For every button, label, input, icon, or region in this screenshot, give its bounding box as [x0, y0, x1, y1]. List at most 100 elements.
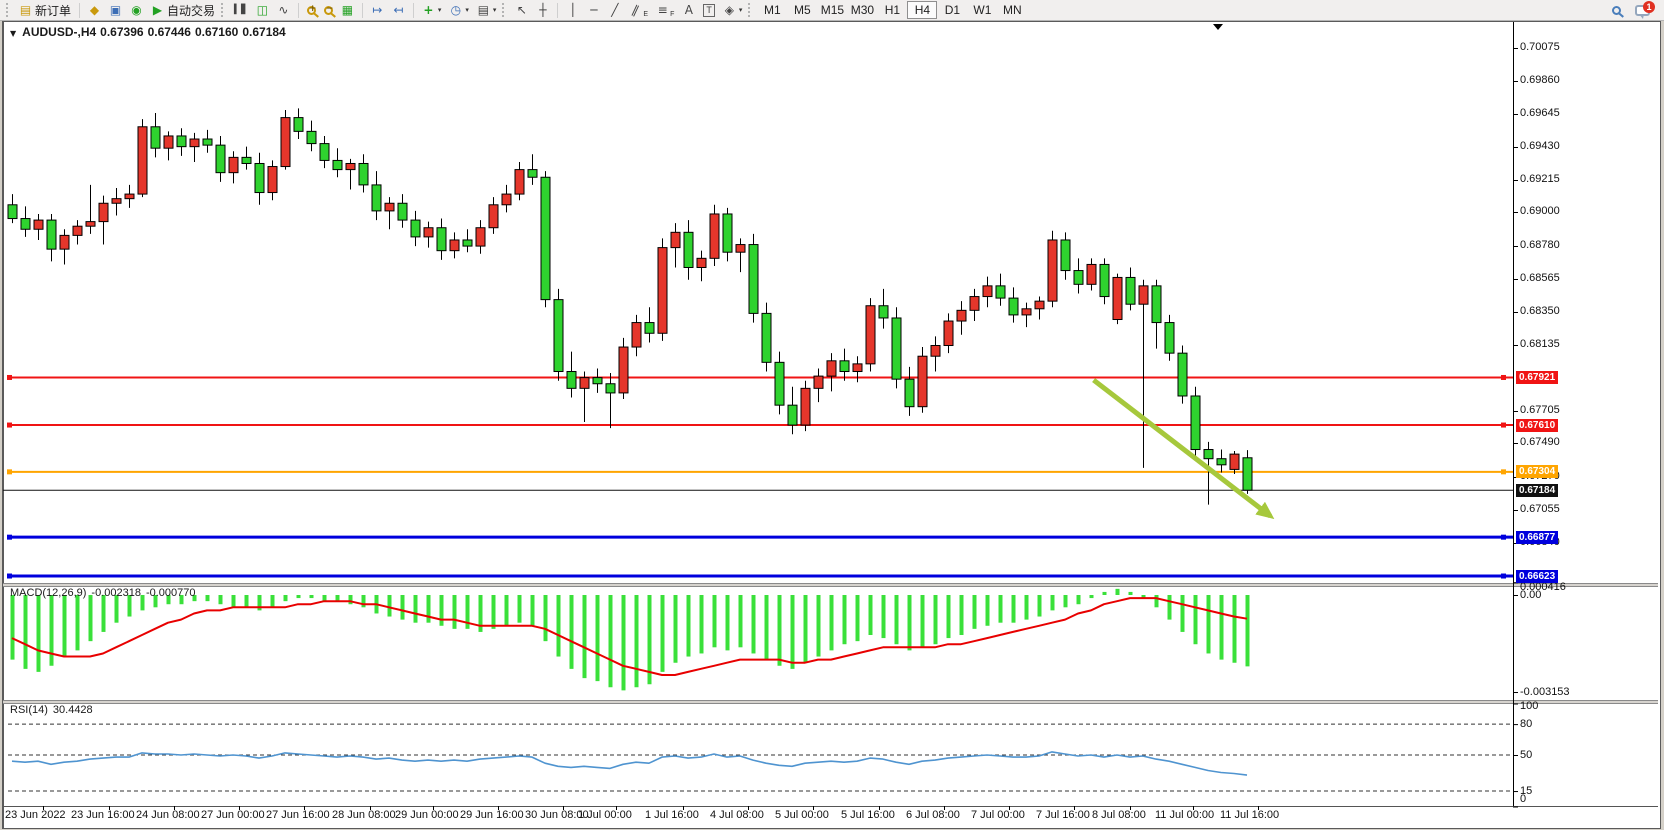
candle	[1061, 232, 1070, 279]
line-handle[interactable]	[1501, 469, 1506, 474]
pane-separator[interactable]	[3, 700, 1658, 704]
candle-body	[736, 245, 745, 253]
candle	[294, 108, 303, 139]
candle-body	[1022, 309, 1031, 315]
chart-shift-marker[interactable]	[1213, 24, 1223, 30]
candle-body	[333, 160, 342, 169]
line-handle[interactable]	[1501, 535, 1506, 540]
candle	[541, 171, 550, 307]
candle-body	[1178, 353, 1187, 396]
candle	[723, 208, 732, 262]
chart-canvas[interactable]	[0, 0, 1664, 830]
candle	[1100, 258, 1109, 304]
candle-body	[814, 376, 823, 388]
candle	[944, 313, 953, 353]
line-handle[interactable]	[1501, 423, 1506, 428]
candle	[749, 234, 758, 323]
candle	[879, 289, 888, 329]
candle	[1217, 450, 1226, 473]
candle-body	[1204, 450, 1213, 459]
line-handle[interactable]	[7, 574, 12, 579]
candles-layer	[8, 108, 1252, 504]
candle	[450, 232, 459, 258]
price-line[interactable]	[7, 423, 1513, 428]
candle-body	[1061, 240, 1070, 271]
candle-body	[723, 214, 732, 252]
candle	[567, 352, 576, 398]
candle	[1048, 231, 1057, 307]
candle-body	[112, 199, 121, 204]
price-line[interactable]	[7, 375, 1513, 380]
candle-body	[164, 136, 173, 148]
line-handle[interactable]	[1501, 574, 1506, 579]
candle-body	[502, 194, 511, 205]
price-line[interactable]	[7, 535, 1513, 540]
candle-body	[1035, 301, 1044, 309]
candle	[619, 338, 628, 399]
candle	[1074, 258, 1083, 293]
candle-body	[957, 310, 966, 321]
line-handle[interactable]	[7, 469, 12, 474]
candle	[164, 131, 173, 160]
candle	[437, 219, 446, 260]
price-line[interactable]	[7, 469, 1513, 474]
candle	[1022, 303, 1031, 327]
app-window: ▤ 新订单 ◆ ▣ ◉ ▶ 自动交易 ▍▋ ◫ ∿ + − ▦ ↦ ↤ +▾ ◷…	[0, 0, 1664, 830]
candle	[1113, 274, 1122, 324]
candle	[424, 222, 433, 248]
candle	[1230, 451, 1239, 474]
candle	[86, 185, 95, 234]
candle	[1165, 315, 1174, 361]
candle	[99, 196, 108, 245]
candle	[697, 251, 706, 282]
candle-body	[1191, 396, 1200, 450]
line-handle[interactable]	[1501, 375, 1506, 380]
candle	[1126, 267, 1135, 310]
line-handle[interactable]	[7, 375, 12, 380]
candle-body	[970, 297, 979, 311]
candle-body	[320, 144, 329, 161]
price-line[interactable]	[7, 574, 1513, 579]
line-handle[interactable]	[7, 423, 12, 428]
candle	[736, 238, 745, 272]
candle	[307, 121, 316, 152]
candle	[762, 303, 771, 372]
candle-body	[671, 232, 680, 247]
candle-body	[1100, 264, 1109, 296]
candle-body	[853, 364, 862, 372]
candle	[372, 171, 381, 220]
candle	[242, 147, 251, 170]
candle-body	[307, 131, 316, 143]
pane-separator[interactable]	[3, 583, 1658, 587]
candle-body	[931, 346, 940, 357]
candle-body	[476, 228, 485, 246]
candle	[801, 381, 810, 431]
candle	[34, 214, 43, 240]
candle-body	[866, 306, 875, 364]
candle	[814, 368, 823, 402]
candle	[892, 307, 901, 388]
candle	[463, 229, 472, 252]
candle-body	[424, 228, 433, 237]
candle	[73, 220, 82, 244]
candle	[775, 352, 784, 415]
candle	[229, 151, 238, 183]
candle	[190, 133, 199, 162]
candle-body	[125, 194, 134, 199]
candle-body	[177, 136, 186, 147]
candle	[502, 185, 511, 213]
candle	[645, 307, 654, 342]
candle	[606, 373, 615, 428]
candle-body	[138, 127, 147, 194]
line-handle[interactable]	[7, 535, 12, 540]
candle-body	[892, 318, 901, 379]
candle	[268, 160, 277, 200]
candle-body	[515, 170, 524, 194]
macd-signal-line	[12, 598, 1247, 675]
candle-body	[190, 139, 199, 147]
candle-body	[86, 222, 95, 227]
candle	[554, 289, 563, 381]
candle-body	[216, 145, 225, 173]
candle	[281, 110, 290, 170]
candle	[47, 214, 56, 261]
